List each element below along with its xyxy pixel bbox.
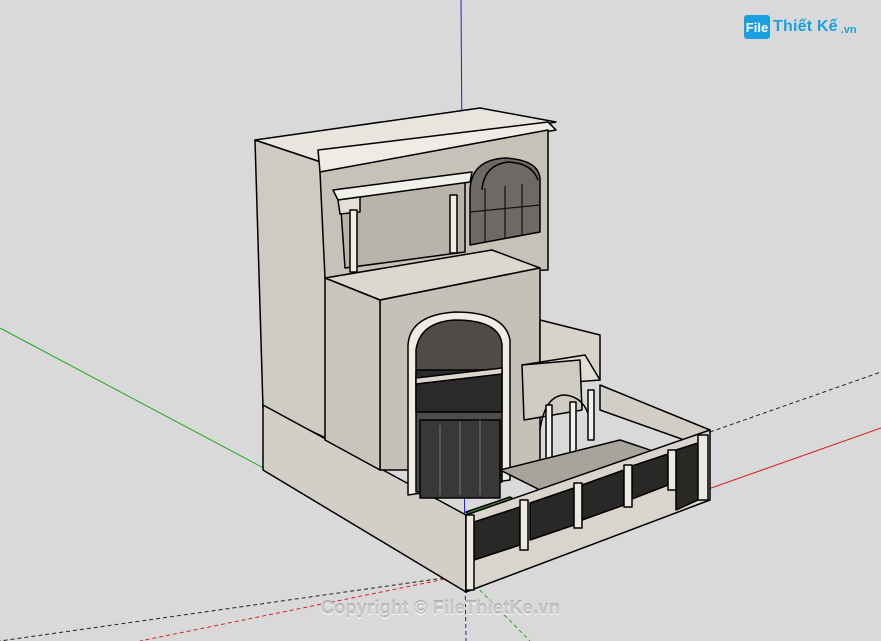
logo-mark: File [744,15,770,39]
portico-column-3 [587,389,595,441]
house-model[interactable] [254,107,711,593]
filethietke-logo[interactable]: File Thiết Kế .vn [744,14,857,40]
copyright-watermark: Copyright © FileThietKe.vn [320,598,561,618]
logo-domain: .vn [840,24,857,36]
upper-column-right [449,194,458,254]
left-tower-facade [324,277,381,471]
upper-column-left [349,209,358,273]
black-dashed-guide-2 [709,371,881,433]
portico-column-1 [545,404,553,461]
right-courtyard-wall [599,384,711,443]
left-side-wall [254,139,331,441]
sketchup-3d-viewport[interactable] [0,0,881,641]
logo-text: Thiết Kế [773,18,838,35]
